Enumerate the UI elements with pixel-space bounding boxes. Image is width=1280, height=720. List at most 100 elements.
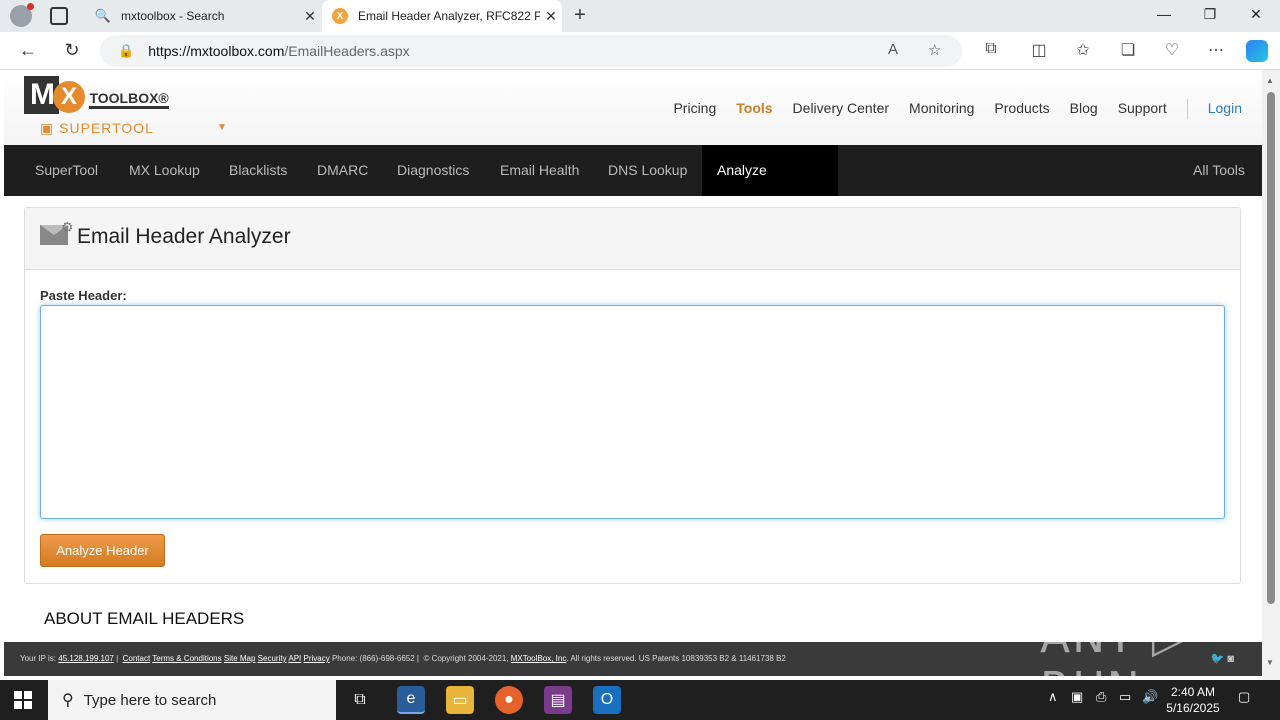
url-host: https://mxtoolbox.com [148, 43, 285, 59]
footer-sitemap-link[interactable]: Site Map [224, 654, 256, 663]
favorite-star-icon[interactable]: ☆ [928, 41, 941, 59]
web-page: MX TOOLBOX® ▣ SUPERTOOL ▼ Pricing Tools … [4, 70, 1262, 680]
windows-start-icon[interactable] [14, 691, 32, 709]
read-aloud-icon[interactable]: A [888, 41, 898, 58]
notifications-icon[interactable]: ▢ [1238, 689, 1250, 705]
page-scrollbar[interactable]: ▲ ▼ [1262, 70, 1280, 680]
tab-actions-icon[interactable] [50, 7, 68, 25]
browser-tab-search[interactable]: 🔍 mxtoolbox - Search ✕ [85, 0, 321, 32]
chevron-down-icon[interactable]: ▼ [217, 122, 227, 133]
winrar-icon[interactable]: ▤ [544, 686, 572, 714]
network-icon[interactable]: ▭ [1119, 689, 1131, 705]
browser-tab-bar: 🔍 mxtoolbox - Search ✕ X Email Header An… [0, 0, 1280, 32]
taskbar-clock[interactable]: 2:40 AM 5/16/2025 [1160, 684, 1226, 716]
mxtoolbox-logo[interactable]: MX TOOLBOX® [24, 76, 169, 114]
gear-icon: ⚙ [61, 219, 74, 235]
refresh-icon[interactable]: ↻ [61, 40, 83, 61]
nav-pricing[interactable]: Pricing [673, 100, 716, 119]
tab-all-tools[interactable]: All Tools [1178, 145, 1260, 196]
footer-privacy-link[interactable]: Privacy [304, 654, 330, 663]
supertool-label: SUPERTOOL [59, 120, 154, 136]
favorites-icon[interactable]: ✩ [1072, 40, 1094, 60]
taskbar-search[interactable]: ⚲ Type here to search [48, 680, 336, 720]
tab-mx-lookup[interactable]: MX Lookup [114, 145, 215, 196]
nav-products[interactable]: Products [994, 100, 1049, 119]
more-menu-icon[interactable]: ⋯ [1205, 40, 1227, 60]
tab-diagnostics[interactable]: Diagnostics [382, 145, 484, 196]
top-nav: Pricing Tools Delivery Center Monitoring… [673, 99, 1242, 119]
file-explorer-icon[interactable]: ▭ [446, 686, 474, 714]
close-tab-icon[interactable]: ✕ [299, 8, 321, 25]
site-header: MX TOOLBOX® ▣ SUPERTOOL ▼ Pricing Tools … [4, 70, 1262, 145]
nav-support[interactable]: Support [1118, 100, 1167, 119]
search-favicon-icon: 🔍 [94, 8, 112, 23]
supertool-dropdown[interactable]: ▣ SUPERTOOL [40, 120, 154, 137]
url-field[interactable]: 🔒 https://mxtoolbox.com/EmailHeaders.asp… [100, 35, 962, 67]
page-title: Email Header Analyzer [77, 225, 291, 248]
tab-analyze-headers[interactable]: Analyze Headers [702, 145, 838, 229]
edge-browser-icon[interactable]: e [397, 686, 425, 714]
footer-ip-link[interactable]: 45.128.199.107 [58, 654, 114, 663]
profile-avatar-icon[interactable] [10, 3, 34, 27]
task-view-icon[interactable]: ⧉ [346, 686, 374, 714]
copilot-icon[interactable] [1246, 40, 1268, 62]
outlook-icon[interactable]: O [593, 686, 621, 714]
footer-api-link[interactable]: API [288, 654, 301, 663]
windows-taskbar: ⚲ Type here to search ⧉ e ▭ ● ▤ O ∧ ▣ ⎙ … [0, 680, 1280, 720]
footer-ip-label: Your IP is: [20, 654, 59, 663]
browser-tab-email-header[interactable]: X Email Header Analyzer, RFC822 P ✕ [322, 0, 562, 32]
close-window-icon[interactable]: ✕ [1246, 6, 1266, 23]
collections-icon[interactable]: ❏ [1117, 40, 1139, 60]
tray-device-icon[interactable]: ⎙ [1096, 689, 1106, 705]
back-icon[interactable]: ← [17, 40, 39, 61]
tab-title: mxtoolbox - Search [121, 9, 225, 23]
minimize-icon[interactable]: — [1154, 6, 1174, 22]
tab-dns-lookup[interactable]: DNS Lookup [593, 145, 702, 196]
firefox-icon[interactable]: ● [495, 686, 523, 714]
mxtoolbox-favicon-icon: X [332, 8, 348, 24]
address-bar-row: ← ↻ 🔒 https://mxtoolbox.com/EmailHeaders… [0, 32, 1280, 70]
logo-x: X [53, 81, 85, 113]
volume-icon[interactable]: 🔊 [1142, 689, 1158, 705]
tray-expand-icon[interactable]: ∧ [1048, 689, 1058, 705]
footer-terms-link[interactable]: Terms & Conditions [152, 654, 221, 663]
nav-login[interactable]: Login [1208, 100, 1242, 119]
split-screen-icon[interactable]: ◫ [1028, 40, 1050, 60]
nav-tools[interactable]: Tools [736, 100, 772, 119]
browser-essentials-icon[interactable]: ♡ [1161, 40, 1183, 60]
supertool-icon: ▣ [40, 120, 60, 136]
nav-monitoring[interactable]: Monitoring [909, 100, 974, 119]
nav-delivery-center[interactable]: Delivery Center [793, 100, 889, 119]
analyze-header-button[interactable]: Analyze Header [40, 534, 165, 567]
lock-icon[interactable]: 🔒 [118, 43, 134, 59]
footer-patents: . All rights reserved. US Patents 108393… [566, 654, 786, 663]
footer-company-link[interactable]: MXToolBox, Inc [511, 654, 567, 663]
restore-icon[interactable]: ❐ [1200, 6, 1220, 23]
tray-outlook-icon[interactable]: ▣ [1071, 689, 1083, 705]
footer-contact-link[interactable]: Contact [123, 654, 151, 663]
paste-header-label: Paste Header: [40, 288, 127, 303]
tab-blacklists[interactable]: Blacklists [214, 145, 302, 196]
url-path: /EmailHeaders.aspx [284, 43, 410, 59]
footer-copyright: © Copyright 2004-2021, [423, 654, 511, 663]
tab-dmarc[interactable]: DMARC [302, 145, 383, 196]
tab-supertool[interactable]: SuperTool [20, 145, 113, 196]
footer-security-link[interactable]: Security [258, 654, 287, 663]
nav-blog[interactable]: Blog [1070, 100, 1098, 119]
scroll-up-icon[interactable]: ▲ [1266, 76, 1274, 85]
tab-title: Email Header Analyzer, RFC822 P [358, 9, 540, 23]
panel-header: ⚙ Email Header Analyzer [25, 208, 1240, 270]
tab-email-health[interactable]: Email Health [485, 145, 594, 196]
search-icon: ⚲ [62, 692, 74, 709]
close-tab-icon[interactable]: ✕ [540, 8, 562, 25]
scroll-down-icon[interactable]: ▼ [1266, 658, 1274, 667]
header-input[interactable] [40, 305, 1225, 519]
nav-divider [1186, 99, 1188, 119]
email-header-panel: ⚙ Email Header Analyzer Paste Header: An… [24, 207, 1241, 584]
new-tab-icon[interactable]: + [570, 4, 590, 27]
extensions-icon[interactable]: ⧉ [980, 40, 1002, 58]
taskbar-search-placeholder: Type here to search [83, 691, 217, 709]
tool-nav-bar: SuperTool MX Lookup Blacklists DMARC Dia… [4, 145, 1262, 229]
logo-toolbox: TOOLBOX® [89, 90, 169, 110]
scroll-thumb[interactable] [1267, 92, 1275, 604]
